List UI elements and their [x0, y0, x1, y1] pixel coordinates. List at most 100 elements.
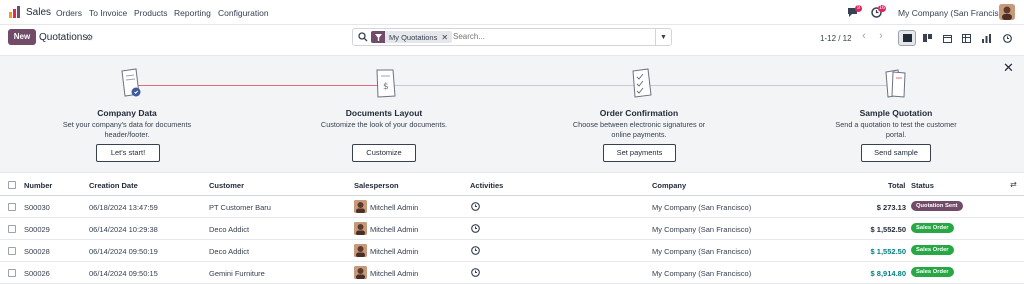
step-title: Sample Quotation: [859, 108, 933, 118]
menu-to-invoice[interactable]: To Invoice: [89, 8, 127, 18]
customize-button[interactable]: Customize: [352, 144, 416, 162]
status-badge: Sales Order: [911, 267, 954, 277]
total-amount: $ 273.13: [876, 203, 906, 212]
filter-facet[interactable]: My Quotations ✕: [371, 31, 453, 43]
column-status[interactable]: Status: [911, 181, 934, 190]
sales-logo-icon[interactable]: [9, 6, 21, 18]
activity-clock-icon[interactable]: [471, 246, 480, 255]
activity-clock-icon[interactable]: [471, 224, 480, 233]
order-confirmation-icon: [632, 68, 652, 98]
onboarding-panel: Company Data Set your company's data for…: [0, 55, 1024, 173]
step-title: Documents Layout: [345, 108, 423, 118]
search-options-toggle[interactable]: ▼: [655, 29, 671, 45]
page-title: Quotations: [39, 32, 88, 43]
step-description: Customize the look of your documents.: [320, 120, 448, 129]
salesperson: Mitchell Admin: [370, 203, 419, 212]
kanban-view-button[interactable]: [918, 30, 936, 46]
column-total[interactable]: Total: [888, 181, 905, 190]
control-panel: New Quotations ⚙ My Quotations ✕ ▼ 1-12 …: [0, 25, 1024, 55]
facet-close-icon[interactable]: ✕: [441, 33, 452, 42]
company: My Company (San Francisco): [652, 225, 752, 234]
list-view-icon: [902, 34, 912, 42]
row-checkbox[interactable]: [8, 225, 16, 233]
order-number: S00029: [24, 225, 50, 234]
kanban-view-icon: [922, 34, 932, 42]
column-company[interactable]: Company: [652, 181, 686, 190]
facet-label: My Quotations: [389, 32, 438, 42]
graph-view-icon: [981, 33, 991, 43]
total-amount: $ 1,552.50: [870, 247, 906, 256]
company-switcher[interactable]: My Company (San Francisco): [898, 8, 1010, 18]
progress-line-pending: [388, 85, 642, 86]
search-input[interactable]: [453, 32, 653, 41]
user-avatar[interactable]: [999, 4, 1015, 20]
pager-next-button[interactable]: ›: [873, 29, 889, 45]
status-badge: Sales Order: [911, 223, 954, 233]
column-number[interactable]: Number: [24, 181, 52, 190]
gear-icon[interactable]: ⚙: [86, 33, 93, 42]
top-navbar: Sales Orders To Invoice Products Reporti…: [0, 0, 1024, 25]
company-data-icon: [121, 68, 141, 97]
pager-value[interactable]: 1-12 / 12: [820, 34, 852, 43]
pivot-view-button[interactable]: [957, 30, 975, 46]
column-creation-date[interactable]: Creation Date: [89, 181, 138, 190]
creation-date: 06/14/2024 09:50:15: [89, 269, 158, 278]
row-checkbox[interactable]: [8, 247, 16, 255]
activity-view-button[interactable]: [998, 30, 1016, 46]
new-button[interactable]: New: [8, 29, 36, 45]
pivot-view-icon: [961, 33, 971, 43]
table-row[interactable]: S00029 06/14/2024 10:29:38 Deco Addict M…: [0, 218, 1024, 240]
salesperson-avatar: [354, 200, 367, 213]
order-number: S00028: [24, 247, 50, 256]
row-checkbox[interactable]: [8, 203, 16, 211]
step-description: Choose between electronic signatures or …: [572, 120, 706, 139]
progress-line-done: [134, 85, 384, 86]
send-sample-button[interactable]: Send sample: [861, 144, 931, 162]
menu-products[interactable]: Products: [134, 8, 168, 18]
salesperson: Mitchell Admin: [370, 269, 419, 278]
table-header: Number Creation Date Customer Salesperso…: [0, 174, 1024, 196]
step-title: Company Data: [97, 108, 157, 118]
pager-previous-button[interactable]: ‹: [856, 29, 872, 45]
status-badge: Quotation Sent: [911, 201, 963, 211]
search-bar[interactable]: My Quotations ✕ ▼: [352, 28, 672, 46]
column-salesperson[interactable]: Salesperson: [354, 181, 399, 190]
filter-icon: [371, 31, 385, 43]
lets-start-button[interactable]: Let's start!: [96, 144, 160, 162]
table-row[interactable]: S00030 06/18/2024 13:47:59 PT Customer B…: [0, 196, 1024, 218]
menu-configuration[interactable]: Configuration: [218, 8, 269, 18]
menu-orders[interactable]: Orders: [56, 8, 82, 18]
graph-view-button[interactable]: [977, 30, 995, 46]
salesperson-avatar: [354, 266, 367, 279]
activity-clock-icon[interactable]: [471, 202, 480, 211]
activity-count-badge: 16: [878, 5, 887, 12]
list-view-button[interactable]: [898, 30, 916, 46]
salesperson: Mitchell Admin: [370, 247, 419, 256]
row-checkbox[interactable]: [8, 269, 16, 277]
calendar-view-icon: [942, 34, 952, 43]
column-customer[interactable]: Customer: [209, 181, 244, 190]
step-description: Set your company's data for documents he…: [62, 120, 192, 139]
creation-date: 06/14/2024 10:29:38: [89, 225, 158, 234]
total-amount: $ 8,914.80: [870, 269, 906, 278]
table-row[interactable]: S00028 06/14/2024 09:50:19 Deco Addict M…: [0, 240, 1024, 262]
close-icon[interactable]: ✕: [1003, 60, 1014, 76]
sample-quotation-icon: [885, 69, 906, 98]
calendar-view-button[interactable]: [938, 30, 956, 46]
svg-text:$: $: [383, 82, 389, 92]
menu-reporting[interactable]: Reporting: [174, 8, 211, 18]
total-amount: $ 1,552.50: [870, 225, 906, 234]
creation-date: 06/18/2024 13:47:59: [89, 203, 158, 212]
set-payments-button[interactable]: Set payments: [603, 144, 676, 162]
progress-line-pending: [646, 85, 896, 86]
salesperson-avatar: [354, 244, 367, 257]
column-settings-icon[interactable]: ⇄: [1010, 180, 1017, 189]
column-activities[interactable]: Activities: [470, 181, 503, 190]
caret-down-icon: ▼: [660, 33, 667, 41]
table-row[interactable]: S00026 06/14/2024 09:50:15 Gemini Furnit…: [0, 262, 1024, 284]
select-all-checkbox[interactable]: [8, 181, 16, 189]
search-icon: [358, 32, 368, 42]
activity-clock-icon[interactable]: [471, 268, 480, 277]
documents-layout-icon: $: [376, 69, 396, 98]
app-name[interactable]: Sales: [26, 7, 51, 18]
